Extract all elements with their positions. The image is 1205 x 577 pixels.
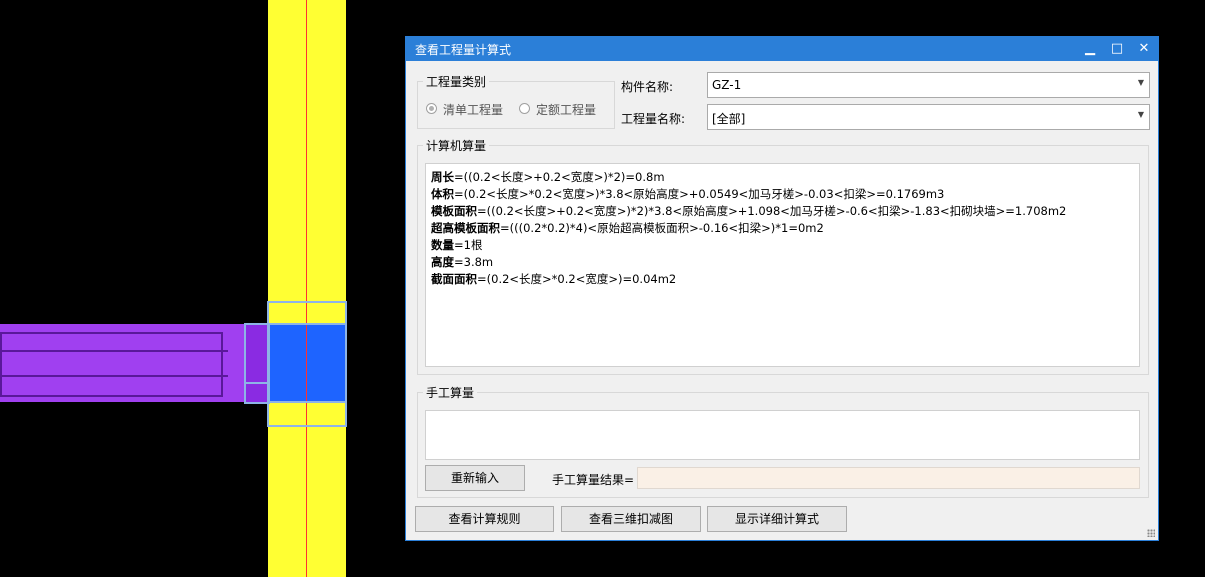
manual-result-label: 手工算量结果= xyxy=(552,473,635,487)
beam-inner-line-1 xyxy=(0,350,228,352)
formula-line: 周长=((0.2<长度>+0.2<宽度>)*2)=0.8m xyxy=(431,170,665,184)
view-rules-button[interactable]: 查看计算规则 xyxy=(415,506,554,532)
quantity-formula-dialog: 查看工程量计算式 ▁ □ ✕ 工程量类别 清单工程量 定额工程量 构件名称: G… xyxy=(405,36,1159,541)
selection-outline-beam-end xyxy=(244,323,270,404)
resize-grip-icon[interactable] xyxy=(1147,529,1155,537)
dialog-title: 查看工程量计算式 xyxy=(415,43,512,57)
beam-inner-line-2 xyxy=(0,375,228,377)
radio-bill-quantity[interactable] xyxy=(426,103,437,114)
column-yellow xyxy=(268,0,346,577)
formula-line: 体积=(0.2<长度>*0.2<宽度>)*3.8<原始高度>+0.0549<加马… xyxy=(431,187,945,201)
show-detail-formula-button[interactable]: 显示详细计算式 xyxy=(707,506,847,532)
quantity-name-select[interactable]: [全部] ▼ xyxy=(707,104,1150,130)
chevron-down-icon: ▼ xyxy=(1137,78,1144,87)
selection-line-bottom xyxy=(267,401,347,403)
selection-outline xyxy=(267,301,347,427)
quantity-name-value: [全部] xyxy=(712,112,746,126)
beam-outline xyxy=(0,332,223,397)
formula-line: 模板面积=((0.2<长度>+0.2<宽度>)*2)*3.8<原始高度>+1.0… xyxy=(431,204,1067,218)
formula-line: 数量=1根 xyxy=(431,238,483,252)
manual-calc-input[interactable] xyxy=(425,410,1140,460)
manual-result-field[interactable] xyxy=(637,467,1140,489)
quantity-name-label: 工程量名称: xyxy=(621,112,686,126)
manual-calc-legend: 手工算量 xyxy=(423,384,478,401)
selection-line-top xyxy=(267,323,347,325)
component-name-value: GZ-1 xyxy=(712,78,742,92)
formula-line: 超高模板面积=(((0.2*0.2)*4)<原始超高模板面积>-0.16<扣梁>… xyxy=(431,221,824,235)
radio-bill-quantity-label[interactable]: 清单工程量 xyxy=(443,101,503,118)
chevron-down-icon: ▼ xyxy=(1137,110,1144,119)
minimize-icon[interactable]: ▁ xyxy=(1076,38,1104,60)
selection-line-mid xyxy=(244,382,270,384)
component-name-label: 构件名称: xyxy=(621,80,674,94)
maximize-icon[interactable]: □ xyxy=(1103,38,1131,60)
axis-line xyxy=(306,0,307,577)
formula-line: 截面面积=(0.2<长度>*0.2<宽度>)=0.04m2 xyxy=(431,272,677,286)
computer-calc-legend: 计算机算量 xyxy=(423,137,490,154)
reenter-button[interactable]: 重新输入 xyxy=(425,465,525,491)
dialog-titlebar[interactable]: 查看工程量计算式 ▁ □ ✕ xyxy=(406,37,1158,61)
close-icon[interactable]: ✕ xyxy=(1130,38,1158,60)
radio-quota-quantity-label[interactable]: 定额工程量 xyxy=(536,101,596,118)
formula-line: 高度=3.8m xyxy=(431,255,494,269)
view-3d-deduction-button[interactable]: 查看三维扣减图 xyxy=(561,506,701,532)
quantity-type-legend: 工程量类别 xyxy=(423,73,490,90)
radio-quota-quantity[interactable] xyxy=(519,103,530,114)
component-name-select[interactable]: GZ-1 ▼ xyxy=(707,72,1150,98)
computer-calc-textarea[interactable]: 周长=((0.2<长度>+0.2<宽度>)*2)=0.8m 体积=(0.2<长度… xyxy=(425,163,1140,367)
